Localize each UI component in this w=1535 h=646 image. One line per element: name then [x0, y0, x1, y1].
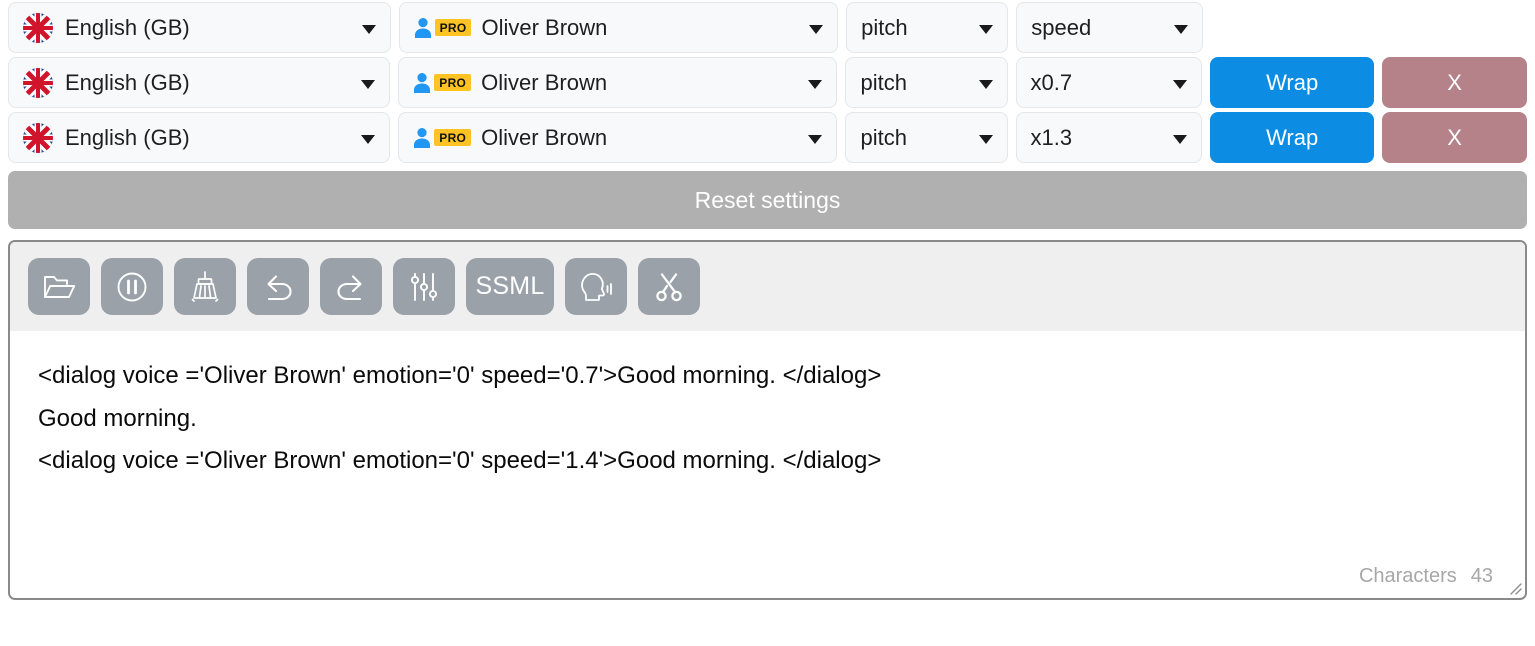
wrap-button-placeholder	[1211, 2, 1374, 53]
chevron-down-icon	[361, 134, 376, 144]
person-icon	[414, 128, 431, 148]
language-select-label: English (GB)	[65, 124, 190, 150]
scissors-icon[interactable]	[638, 258, 700, 315]
chevron-down-icon	[809, 24, 824, 34]
language-select-label: English (GB)	[65, 69, 190, 95]
pitch-select-label: pitch	[860, 69, 907, 95]
pitch-select-label: pitch	[860, 124, 907, 150]
tts-voice-settings-page: English (GB) PRO Oliver Brown pitch spee…	[0, 0, 1535, 646]
ssml-button[interactable]: SSML	[466, 258, 554, 315]
voice-setting-row: English (GB) PRO Oliver Brown pitch spee…	[0, 0, 1535, 55]
characters-label: Characters	[1358, 565, 1457, 587]
editor-text-content[interactable]: <dialog voice ='Oliver Brown' emotion='0…	[10, 331, 1525, 483]
delete-row-button-2[interactable]: X	[1382, 57, 1527, 108]
voice-setting-row: English (GB) PRO Oliver Brown pitch x0.7…	[0, 55, 1535, 110]
uk-flag-icon	[23, 12, 53, 43]
voice-select-1[interactable]: PRO Oliver Brown	[398, 2, 839, 53]
speed-select-1[interactable]: speed	[1016, 2, 1204, 53]
uk-flag-icon	[23, 67, 53, 98]
pro-badge: PRO	[434, 73, 472, 92]
language-select-2[interactable]: English (GB)	[8, 57, 391, 108]
chevron-down-icon	[361, 24, 376, 34]
chevron-down-icon	[361, 79, 376, 89]
broom-clean-icon[interactable]	[174, 258, 236, 315]
chevron-down-icon	[1174, 24, 1189, 34]
person-icon	[414, 73, 431, 93]
speed-select-2[interactable]: x0.7	[1015, 57, 1203, 108]
sliders-icon[interactable]	[393, 258, 455, 315]
pro-badge: PRO	[434, 128, 472, 147]
delete-row-button-3[interactable]: X	[1382, 112, 1527, 163]
chevron-down-icon	[978, 134, 993, 144]
resize-handle[interactable]	[1506, 579, 1522, 595]
chevron-down-icon	[808, 79, 823, 89]
person-icon	[414, 18, 431, 38]
voice-select-label: Oliver Brown	[481, 69, 608, 95]
open-folder-icon[interactable]	[28, 258, 90, 315]
speaking-head-icon[interactable]	[565, 258, 627, 315]
language-select-1[interactable]: English (GB)	[8, 2, 391, 53]
voice-select-label: Oliver Brown	[481, 14, 608, 40]
uk-flag-icon	[23, 122, 53, 153]
wrap-button-3[interactable]: Wrap	[1210, 112, 1375, 163]
chevron-down-icon	[1173, 134, 1188, 144]
pitch-select-1[interactable]: pitch	[846, 2, 1009, 53]
ssml-label: SSML	[475, 272, 545, 300]
language-select-label: English (GB)	[65, 14, 190, 40]
voice-select-label: Oliver Brown	[481, 124, 608, 150]
speed-select-label: x0.7	[1030, 69, 1073, 95]
speed-select-label: x1.3	[1030, 124, 1073, 150]
wrap-button-2[interactable]: Wrap	[1210, 57, 1375, 108]
pause-icon[interactable]	[101, 258, 163, 315]
pro-badge: PRO	[434, 18, 472, 37]
character-counter: Characters 43	[1359, 565, 1493, 588]
pitch-select-label: pitch	[861, 14, 908, 40]
chevron-down-icon	[978, 79, 993, 89]
voice-select-2[interactable]: PRO Oliver Brown	[398, 57, 838, 108]
speed-select-3[interactable]: x1.3	[1015, 112, 1203, 163]
pitch-select-3[interactable]: pitch	[845, 112, 1008, 163]
chevron-down-icon	[1173, 79, 1188, 89]
editor-toolbar: SSML	[10, 242, 1525, 331]
redo-icon[interactable]	[320, 258, 382, 315]
voice-select-3[interactable]: PRO Oliver Brown	[398, 112, 838, 163]
text-editor-panel: SSML <dialog voice ='Oliver Brown' emoti…	[8, 240, 1527, 600]
speed-select-label: speed	[1031, 14, 1092, 40]
reset-settings-button[interactable]: Reset settings	[8, 171, 1527, 229]
delete-button-placeholder	[1383, 2, 1527, 53]
undo-icon[interactable]	[247, 258, 309, 315]
voice-setting-row: English (GB) PRO Oliver Brown pitch x1.3…	[0, 110, 1535, 165]
language-select-3[interactable]: English (GB)	[8, 112, 391, 163]
pitch-select-2[interactable]: pitch	[845, 57, 1008, 108]
characters-count: 43	[1470, 565, 1493, 587]
chevron-down-icon	[979, 24, 994, 34]
chevron-down-icon	[808, 134, 823, 144]
